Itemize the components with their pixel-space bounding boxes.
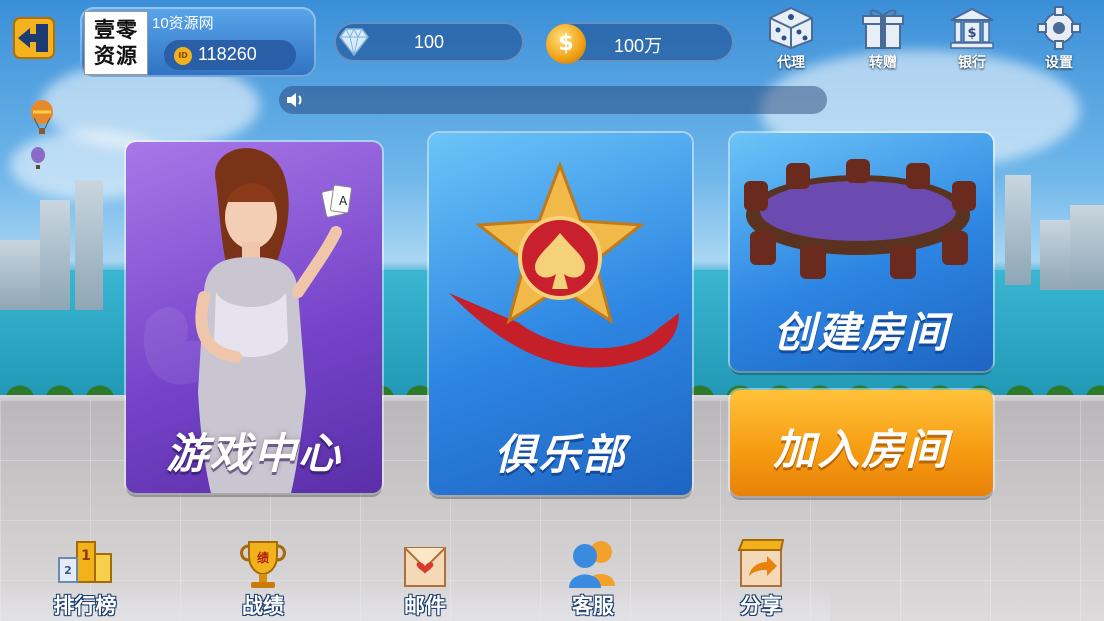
share-label: 分享 bbox=[740, 594, 782, 618]
avatar-text-line1: 壹零 bbox=[94, 17, 138, 42]
hot-air-balloon-icon bbox=[31, 100, 53, 134]
player-id: 118260 bbox=[198, 44, 257, 64]
bank-button[interactable]: $ 银行 bbox=[943, 6, 1001, 71]
exit-button[interactable] bbox=[12, 14, 56, 62]
building bbox=[1040, 220, 1070, 290]
ranking-button[interactable]: 1 2 排行榜 bbox=[40, 536, 130, 618]
speaker-icon bbox=[287, 93, 302, 107]
mail-label: 邮件 bbox=[404, 594, 446, 618]
transfer-label: 转赠 bbox=[869, 55, 897, 71]
hot-air-balloon-icon bbox=[31, 147, 45, 169]
mail-button[interactable]: 邮件 bbox=[380, 536, 470, 618]
ranking-label: 排行榜 bbox=[53, 594, 117, 618]
club-title: 俱乐部 bbox=[494, 430, 627, 479]
customer-service-icon bbox=[569, 541, 615, 588]
agent-label: 代理 bbox=[777, 55, 805, 71]
svg-text:2: 2 bbox=[64, 564, 72, 577]
id-badge-icon: ID bbox=[174, 47, 192, 65]
ranking-icon: 1 2 bbox=[58, 541, 112, 583]
join-room-title: 加入房间 bbox=[773, 425, 950, 474]
building bbox=[1070, 205, 1104, 290]
create-room-title: 创建房间 bbox=[773, 308, 950, 357]
share-button[interactable]: 分享 bbox=[716, 536, 806, 618]
settings-button[interactable]: 设置 bbox=[1030, 6, 1088, 71]
coin-count: 100万 bbox=[614, 36, 663, 56]
building bbox=[75, 180, 103, 310]
coin-icon: $ bbox=[546, 24, 586, 64]
mail-icon bbox=[404, 547, 446, 587]
club-card[interactable]: 俱乐部 bbox=[429, 133, 692, 495]
building bbox=[0, 240, 40, 310]
customer-service-button[interactable]: 客服 bbox=[548, 536, 638, 618]
gift-icon bbox=[862, 9, 904, 49]
svg-text:$: $ bbox=[967, 26, 976, 41]
building bbox=[40, 200, 70, 310]
announcement-bar bbox=[279, 86, 827, 114]
customer-service-label: 客服 bbox=[572, 594, 614, 618]
dice-icon bbox=[769, 6, 813, 50]
share-icon bbox=[737, 539, 785, 587]
svg-text:A: A bbox=[339, 194, 348, 208]
create-room-card[interactable]: 创建房间 bbox=[730, 133, 993, 371]
trophy-icon: 绩 bbox=[240, 541, 286, 588]
record-label: 战绩 bbox=[242, 594, 284, 618]
avatar-text-line2: 资源 bbox=[94, 43, 138, 68]
svg-text:1: 1 bbox=[81, 548, 91, 564]
game-center-title: 游戏中心 bbox=[165, 429, 342, 478]
diamond-count: 100 bbox=[414, 32, 445, 52]
diamond-icon bbox=[339, 27, 369, 57]
record-button[interactable]: 绩 战绩 bbox=[218, 536, 308, 618]
gear-icon bbox=[1037, 6, 1081, 50]
join-room-card[interactable]: 加入房间 bbox=[730, 390, 993, 496]
game-lobby: 壹零 资源 10资源网 ID 118260 100 $ 100万 代理 转赠 $… bbox=[0, 0, 1104, 621]
player-nickname: 10资源网 bbox=[152, 15, 214, 32]
transfer-button[interactable]: 转赠 bbox=[854, 6, 912, 71]
svg-text:绩: 绩 bbox=[257, 550, 269, 565]
bank-label: 银行 bbox=[958, 55, 986, 71]
building bbox=[1005, 175, 1031, 285]
avatar[interactable]: 壹零 资源 bbox=[84, 11, 148, 75]
bank-icon: $ bbox=[950, 7, 994, 49]
agent-button[interactable]: 代理 bbox=[762, 6, 820, 71]
game-center-card[interactable]: A 游戏中心 bbox=[126, 142, 382, 493]
settings-label: 设置 bbox=[1045, 55, 1073, 71]
